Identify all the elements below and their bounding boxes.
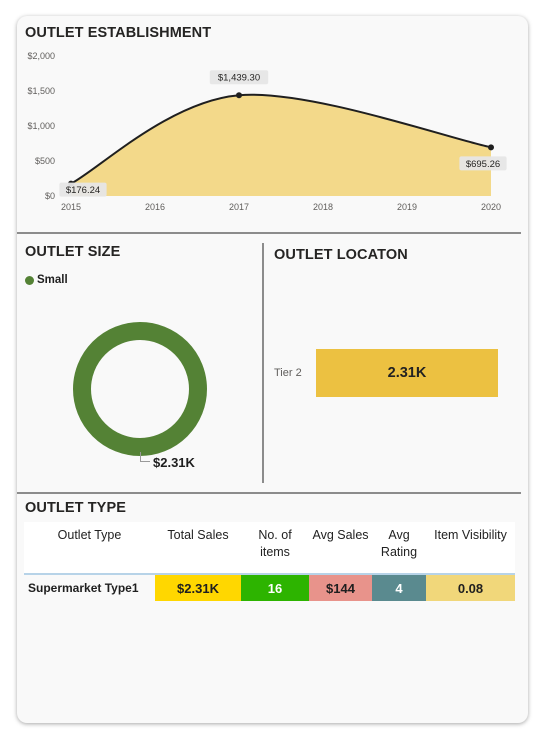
- x-tick-label: 2016: [145, 202, 165, 212]
- column-header[interactable]: No. of items: [241, 522, 309, 573]
- table-row[interactable]: Supermarket Type1 $2.31K 16 $144 4 0.08: [24, 575, 515, 601]
- y-tick-label: $0: [45, 191, 55, 201]
- column-header[interactable]: Avg Sales: [309, 522, 372, 573]
- section-divider: [17, 232, 521, 234]
- donut-data-label: $2.31K: [153, 455, 195, 470]
- avg-sales-cell: $144: [309, 575, 372, 601]
- total-sales-cell: $2.31K: [155, 575, 241, 601]
- y-tick-label: $500: [35, 156, 55, 166]
- data-label: $1,439.30: [218, 73, 260, 84]
- data-label: $176.24: [66, 185, 100, 196]
- y-tick-label: $1,000: [27, 121, 55, 131]
- location-title: OUTLET LOCATON: [274, 247, 408, 263]
- donut-slice-small[interactable]: [73, 322, 207, 456]
- area-fill: [71, 94, 491, 196]
- y-tick-label: $2,000: [27, 51, 55, 61]
- data-label: $695.26: [466, 159, 500, 170]
- column-header[interactable]: Avg Rating: [372, 522, 426, 573]
- size-title: OUTLET SIZE: [25, 244, 121, 260]
- outlet-type-cell: Supermarket Type1: [28, 581, 139, 595]
- legend-dot-icon: [25, 275, 34, 285]
- items-count-cell: 16: [241, 575, 309, 601]
- location-bar[interactable]: 2.31K: [316, 349, 498, 397]
- legend-label: Small: [37, 274, 68, 286]
- column-header[interactable]: Outlet Type: [24, 522, 155, 573]
- item-visibility-cell: 0.08: [426, 575, 515, 601]
- establishment-area-chart[interactable]: $0 $500 $1,000 $1,500 $2,000 2015 2016 2017 2018…: [0, 0, 543, 230]
- x-tick-label: 2019: [397, 202, 417, 212]
- table-header-row: Outlet Type Total Sales No. of items Avg…: [24, 522, 515, 573]
- data-point: [488, 144, 494, 151]
- location-bar-label: 2.31K: [387, 365, 427, 381]
- location-category-label: Tier 2: [274, 367, 302, 379]
- outlet-type-table: Outlet Type Total Sales No. of items Avg…: [24, 522, 515, 601]
- data-point: [236, 92, 242, 99]
- type-title: OUTLET TYPE: [25, 500, 126, 516]
- x-tick-label: 2017: [229, 202, 249, 212]
- avg-rating-cell: 4: [372, 575, 426, 601]
- y-tick-label: $1,500: [27, 86, 55, 96]
- size-legend[interactable]: Small: [25, 274, 68, 286]
- x-tick-label: 2015: [61, 202, 81, 212]
- column-header[interactable]: Item Visibility: [426, 522, 515, 573]
- donut-label-leader: [140, 452, 150, 462]
- size-donut-chart[interactable]: [60, 309, 220, 469]
- column-header[interactable]: Total Sales: [155, 522, 241, 573]
- x-tick-label: 2018: [313, 202, 333, 212]
- vertical-divider: [262, 243, 264, 483]
- x-tick-label: 2020: [481, 202, 501, 212]
- section-divider: [17, 492, 521, 494]
